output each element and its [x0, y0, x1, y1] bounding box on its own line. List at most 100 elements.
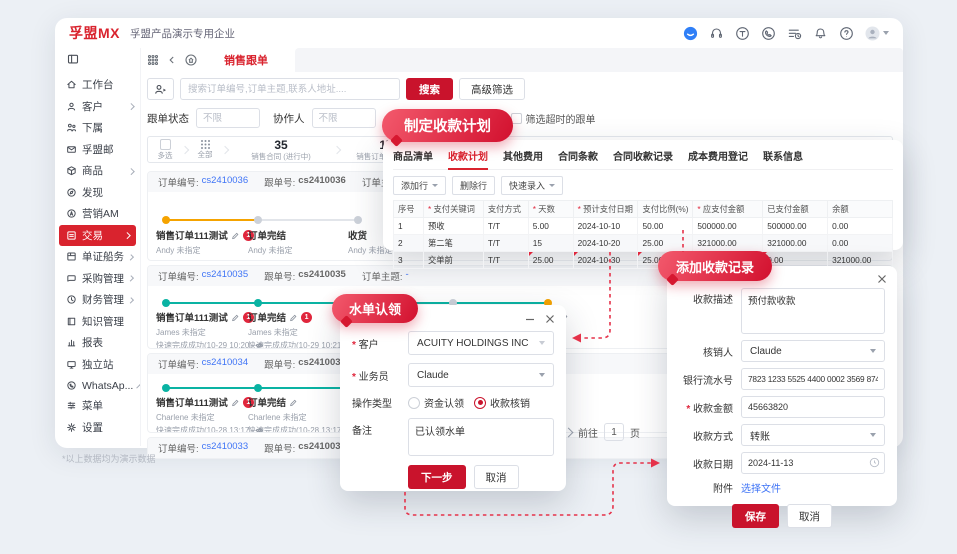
bank-serial-label: 银行流水号: [679, 372, 741, 387]
edit-icon[interactable]: [231, 231, 240, 240]
tab-contact-info[interactable]: 联系信息: [763, 148, 803, 163]
fund-claim-label[interactable]: 资金认领: [424, 395, 464, 410]
customer-select[interactable]: ACUITY HOLDINGS INC: [408, 331, 554, 355]
close-icon[interactable]: [877, 274, 887, 284]
sidebar-item-workbench[interactable]: 工作台: [55, 74, 140, 96]
order-no-link[interactable]: cs2410034: [202, 357, 248, 371]
search-input[interactable]: [180, 78, 400, 100]
order-no-link[interactable]: cs2410036: [202, 175, 248, 189]
home-tab-icon[interactable]: [185, 54, 197, 66]
order-step[interactable]: 订单完结 Charlene 未指定 快速完成成功(10-28 13:17): [248, 395, 343, 433]
back-chevron-icon[interactable]: [166, 54, 178, 66]
org-name: 孚盟产品演示专用企业: [130, 26, 235, 41]
fund-claim-radio[interactable]: [408, 397, 420, 409]
edit-icon[interactable]: [289, 313, 298, 322]
gear-icon: [66, 422, 77, 433]
edit-icon[interactable]: [231, 398, 240, 407]
sidebar-item-purchase[interactable]: 采购管理: [55, 268, 140, 290]
multi-select-checkbox[interactable]: [160, 139, 171, 150]
sidebar-item-menu[interactable]: 菜单: [55, 395, 140, 417]
collaborator-filter-input[interactable]: [312, 108, 376, 128]
whatsapp-icon[interactable]: [761, 26, 776, 41]
sidebar-item-customers[interactable]: 客户: [55, 96, 140, 118]
sidebar-item-finance[interactable]: 财务管理: [55, 289, 140, 311]
cancel-button[interactable]: 取消: [787, 504, 832, 528]
order-no-link[interactable]: cs2410035: [202, 269, 248, 283]
assign-person-button[interactable]: [147, 78, 174, 100]
salesman-select[interactable]: Claude: [408, 363, 554, 387]
bell-icon[interactable]: [813, 26, 828, 41]
collapse-sidebar-icon[interactable]: [67, 53, 79, 65]
receipt-amount-input[interactable]: [741, 396, 885, 418]
sidebar-item-subordinates[interactable]: 下属: [55, 117, 140, 139]
search-button[interactable]: 搜索: [406, 78, 453, 100]
cancel-button[interactable]: 取消: [474, 465, 519, 489]
order-step[interactable]: 订单完结 1 James 未指定 快速完成成功(10-29 10:21): [248, 310, 343, 349]
ai-assistant-icon[interactable]: [683, 26, 698, 41]
sidebar-item-marketing-am[interactable]: 营销AM: [55, 203, 140, 225]
headset-icon[interactable]: [709, 26, 724, 41]
stat-all[interactable]: 全部: [188, 137, 222, 162]
filter-overtime-label[interactable]: 筛选超时的跟单: [526, 111, 596, 126]
chevron-right-icon: [124, 232, 130, 238]
translate-icon[interactable]: [735, 26, 750, 41]
tasks-icon[interactable]: [787, 26, 802, 41]
order-no-link[interactable]: cs2410033: [202, 441, 248, 455]
delete-row-button[interactable]: 删除行: [452, 176, 495, 195]
receipt-date-input[interactable]: [741, 452, 885, 474]
step-dot: [254, 216, 262, 224]
order-step[interactable]: 销售订单111测试 1 Charlene 未指定 快速完成成功(10-28 13…: [156, 395, 251, 433]
tab-contract-terms[interactable]: 合同条款: [558, 148, 598, 163]
help-icon[interactable]: [839, 26, 854, 41]
stat-sales-contract[interactable]: 35销售合同 (进行中): [228, 137, 334, 162]
table-row[interactable]: 1预收T/T5.002024-10-1050.00500000.00500000…: [394, 218, 893, 235]
tab-other-fees[interactable]: 其他费用: [503, 148, 543, 163]
add-row-button[interactable]: 添加行: [393, 176, 446, 195]
claim-badge: 水单认领: [332, 294, 418, 323]
sidebar-item-trade[interactable]: 交易: [59, 225, 136, 247]
apps-grid-icon[interactable]: [147, 54, 159, 66]
sidebar-item-mail[interactable]: 孚盟邮: [55, 139, 140, 161]
order-step[interactable]: 销售订单111测试 1 Andy 未指定: [156, 228, 251, 256]
sidebar-item-discover[interactable]: 发现: [55, 182, 140, 204]
edit-icon[interactable]: [289, 398, 298, 407]
table-row[interactable]: 2第二笔T/T152024-10-2025.00321000.00321000.…: [394, 235, 893, 252]
sidebar-item-site[interactable]: 独立站: [55, 354, 140, 376]
choose-file-link[interactable]: 选择文件: [741, 480, 781, 495]
receipt-desc-textarea[interactable]: 预付款收款: [741, 288, 885, 334]
tab-goods-list[interactable]: 商品清单: [393, 148, 433, 163]
sidebar-item-knowledge[interactable]: 知识管理: [55, 311, 140, 333]
salesman-label: 业务员: [352, 368, 408, 383]
advanced-filter-button[interactable]: 高级筛选: [459, 78, 525, 100]
minimize-icon[interactable]: [525, 314, 535, 324]
next-step-button[interactable]: 下一步: [408, 465, 466, 489]
multi-select-toggle[interactable]: 多选: [148, 137, 182, 162]
tab-sales-follow[interactable]: 销售跟单: [204, 48, 288, 72]
sidebar-item-report[interactable]: 报表: [55, 332, 140, 354]
tab-payment-plan[interactable]: 收款计划: [448, 148, 488, 163]
sidebar-item-settings[interactable]: 设置: [55, 417, 140, 439]
save-button[interactable]: 保存: [732, 504, 779, 528]
receipt-method-select[interactable]: 转账: [741, 424, 885, 446]
trade-icon: [66, 230, 77, 241]
tab-cost-register[interactable]: 成本费用登记: [688, 148, 748, 163]
page-number-input[interactable]: 1: [604, 423, 624, 441]
sidebar-item-goods[interactable]: 商品: [55, 160, 140, 182]
status-filter-input[interactable]: [196, 108, 260, 128]
user-avatar[interactable]: [865, 26, 889, 41]
edit-icon[interactable]: [231, 313, 240, 322]
sidebar-item-docs-shipping[interactable]: 单证船务: [55, 246, 140, 268]
close-icon[interactable]: [545, 314, 555, 324]
sidebar-item-whatsapp[interactable]: WhatsAp...: [55, 375, 140, 397]
quick-entry-button[interactable]: 快速录入: [501, 176, 563, 195]
order-step[interactable]: 订单完结 Andy 未指定: [248, 228, 343, 256]
tab-contract-receipts[interactable]: 合同收款记录: [613, 148, 673, 163]
order-step[interactable]: 销售订单111测试 1 James 未指定 快速完成成功(10-29 10:20…: [156, 310, 251, 349]
marketing-icon: [66, 208, 77, 219]
receipt-verify-label[interactable]: 收款核销: [490, 395, 530, 410]
notification-badge: 1: [301, 312, 312, 323]
verifier-select[interactable]: Claude: [741, 340, 885, 362]
receipt-verify-radio[interactable]: [474, 397, 486, 409]
remark-textarea[interactable]: 已认领水单: [408, 418, 554, 456]
bank-serial-input[interactable]: [741, 368, 885, 390]
